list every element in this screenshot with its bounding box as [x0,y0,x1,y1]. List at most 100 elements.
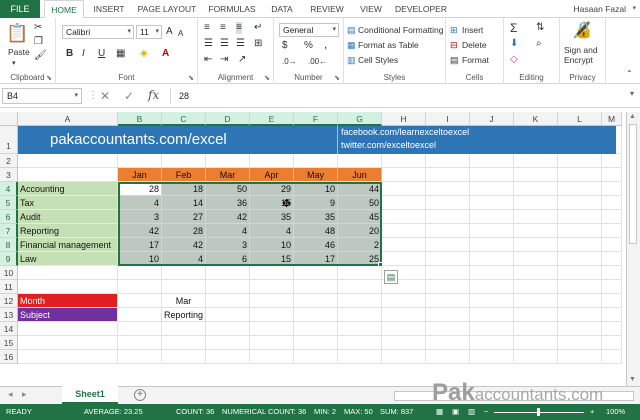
month-header-jan[interactable]: Jan [118,168,162,182]
grid-cell[interactable] [558,154,602,168]
sort-filter-icon[interactable]: ⇅ [536,22,544,34]
grid-cell[interactable] [18,350,118,364]
wrap-text-icon[interactable]: ↵ [254,22,262,34]
grid-cell[interactable] [206,350,250,364]
grid-cell[interactable] [602,154,622,168]
grid-cell[interactable] [382,182,426,196]
banner-twitter-link[interactable]: twitter.com/exceltoexcel [341,140,436,150]
grid-cell[interactable] [338,336,382,350]
delete-cells-button[interactable]: Delete [462,39,487,51]
grid-cell[interactable] [426,336,470,350]
tab-developer[interactable]: DEVELOPER [392,0,450,18]
grid-cell[interactable] [558,266,602,280]
grid-cell[interactable] [118,336,162,350]
grid-cell[interactable] [338,280,382,294]
grid-cell[interactable] [514,238,558,252]
autosum-icon[interactable]: Σ [510,22,517,34]
data-cell[interactable]: 4 [206,224,250,238]
grid-cell[interactable] [118,154,162,168]
row-header-16[interactable]: 16 [0,350,18,364]
grid-cell[interactable] [514,280,558,294]
grid-cell[interactable] [162,350,206,364]
grid-cell[interactable] [206,294,250,308]
data-cell[interactable]: 3 [206,238,250,252]
data-cell[interactable]: 35 [250,210,294,224]
data-cell[interactable]: 42 [118,224,162,238]
row-header-2[interactable]: 2 [0,154,18,168]
grid-cell[interactable] [514,252,558,266]
column-header-g[interactable]: G [338,112,382,126]
month-header-jun[interactable]: Jun [338,168,382,182]
column-header-h[interactable]: H [382,112,426,126]
grid-cell[interactable] [294,322,338,336]
grid-cell[interactable] [470,322,514,336]
grid-cell[interactable] [250,336,294,350]
page-layout-view-icon[interactable]: ▣ [452,404,459,420]
grid-cell[interactable] [250,280,294,294]
row-header-1[interactable]: 1 [0,126,18,154]
active-cell[interactable]: 28 [118,182,162,196]
merge-center-icon[interactable]: ⊞ [254,38,262,50]
percent-button[interactable]: % [304,40,313,52]
data-cell[interactable]: 18 [162,182,206,196]
grid-cell[interactable] [470,350,514,364]
subject-lookup-value[interactable]: Reporting [162,308,206,322]
format-cells-button[interactable]: Format [462,54,489,66]
grid-cell[interactable] [382,336,426,350]
enter-icon[interactable]: ✓ [124,89,134,103]
align-center-icon[interactable]: ☰ [220,38,229,50]
grid-cell[interactable] [514,350,558,364]
find-select-icon[interactable]: ⌕ [536,38,542,50]
data-cell[interactable]: 44 [338,182,382,196]
data-cell[interactable]: 4 [118,196,162,210]
subject-label[interactable]: Law [18,252,118,266]
grid-cell[interactable] [118,322,162,336]
cancel-icon[interactable]: ✕ [100,89,110,103]
row-header-11[interactable]: 11 [0,280,18,294]
format-painter-icon[interactable]: 🖌 [34,50,47,62]
grow-font-button[interactable]: A [166,26,173,38]
grid-cell[interactable] [426,196,470,210]
grid-cell[interactable] [426,224,470,238]
grid-cell[interactable] [382,224,426,238]
data-cell[interactable]: 4 [250,224,294,238]
grid-cell[interactable] [294,308,338,322]
data-cell[interactable]: 15 [250,252,294,266]
grid-cell[interactable] [294,350,338,364]
user-dropdown-icon[interactable]: ▾ [632,0,636,18]
grid-cell[interactable] [338,154,382,168]
grid-cell[interactable] [558,336,602,350]
cell-styles-icon[interactable]: ▥ [347,54,356,66]
cut-icon[interactable]: ✂ [34,22,42,34]
grid-cell[interactable] [294,266,338,280]
grid-cell[interactable] [162,266,206,280]
subject-label[interactable]: Tax [18,196,118,210]
prev-sheet-icon[interactable]: ◂ [8,389,13,400]
data-cell[interactable]: 27 [162,210,206,224]
data-cell[interactable]: 10 [118,252,162,266]
grid-cell[interactable] [206,154,250,168]
grid-cell[interactable] [426,168,470,182]
orientation-icon[interactable]: ↗ [238,54,246,66]
grid-cell[interactable] [118,266,162,280]
grid-cell[interactable] [558,322,602,336]
month-header-feb[interactable]: Feb [162,168,206,182]
grid-cell[interactable] [118,294,162,308]
grid-cell[interactable] [558,182,602,196]
month-lookup-label[interactable]: Month [18,294,118,308]
decrease-indent-icon[interactable]: ⇤ [204,54,212,66]
next-sheet-icon[interactable]: ▸ [22,389,27,400]
grid-cell[interactable] [118,350,162,364]
paste-button[interactable]: Paste [8,46,30,58]
grid-cell[interactable] [514,308,558,322]
row-header-5[interactable]: 5 [0,196,18,210]
data-cell[interactable]: 46 [294,238,338,252]
format-cells-icon[interactable]: ▤ [450,54,459,66]
subject-label[interactable]: Audit [18,210,118,224]
tab-review[interactable]: REVIEW [304,0,350,18]
data-cell[interactable]: 50 [206,182,250,196]
grid-cell[interactable] [250,350,294,364]
grid-cell[interactable] [18,280,118,294]
grid-cell[interactable] [426,252,470,266]
column-header-a[interactable]: A [18,112,118,126]
